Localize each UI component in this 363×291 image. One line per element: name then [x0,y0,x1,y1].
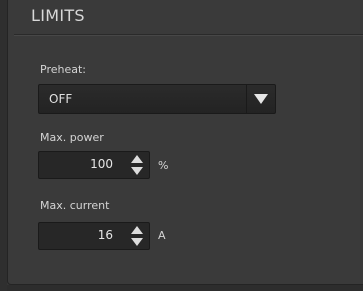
chevron-down-icon [254,94,268,104]
title-divider [14,34,363,35]
max-power-decrement-button[interactable] [128,166,146,176]
preheat-select[interactable]: OFF [38,84,276,114]
max-power-increment-button[interactable] [128,154,146,164]
max-current-label: Max. current [40,199,110,212]
triangle-up-icon [131,155,143,163]
max-power-label: Max. power [40,131,104,144]
max-power-unit: % [158,159,169,172]
preheat-label: Preheat: [40,63,86,76]
triangle-up-icon [131,226,143,234]
max-current-unit: A [158,229,166,242]
max-power-stepper[interactable]: 100 [38,151,150,179]
preheat-dropdown-button[interactable] [246,85,275,113]
max-current-decrement-button[interactable] [128,237,146,247]
panel-bottom-edge [7,285,363,291]
preheat-selected-value: OFF [49,92,73,106]
max-current-stepper[interactable]: 16 [38,222,150,250]
panel-title: LIMITS [31,6,85,25]
max-current-value: 16 [97,228,113,242]
triangle-down-icon [131,167,143,175]
max-current-increment-button[interactable] [128,225,146,235]
max-power-value: 100 [90,157,113,171]
window-edge [0,0,7,291]
triangle-down-icon [131,238,143,246]
